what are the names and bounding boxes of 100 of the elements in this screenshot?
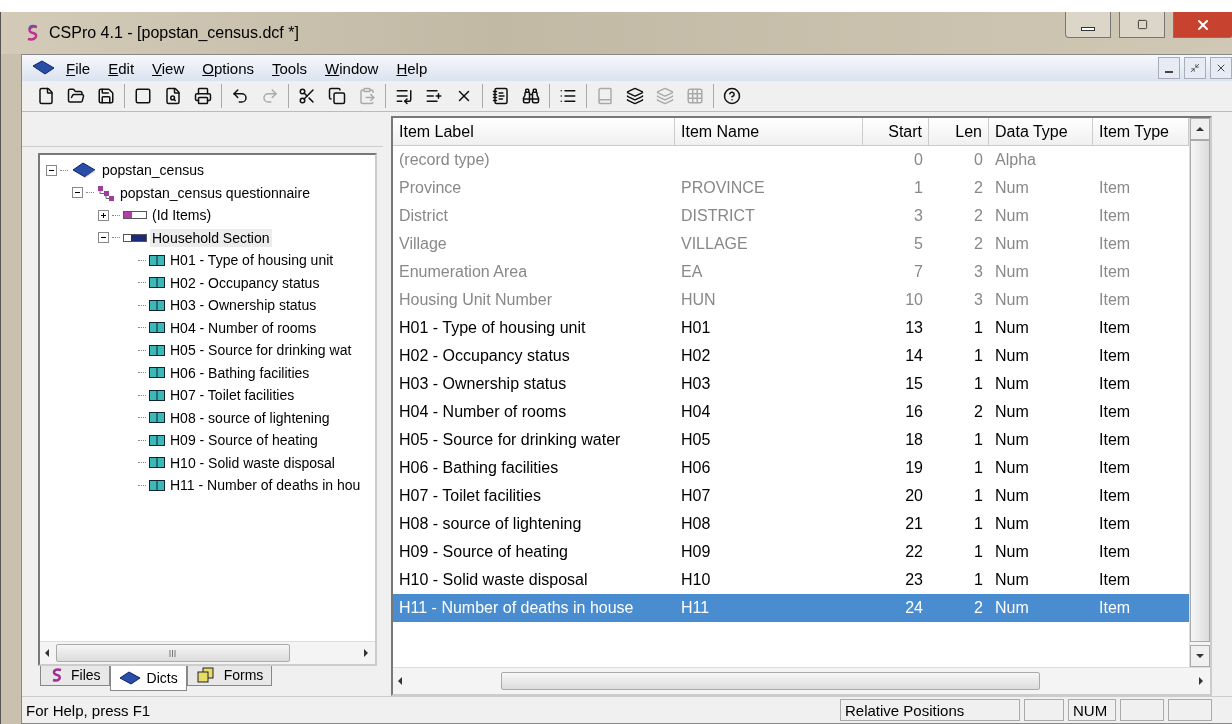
- tree-item[interactable]: popstan_census: [100, 161, 206, 180]
- menu-item[interactable]: Window: [317, 59, 387, 77]
- table-cell-text: H03 - Ownership status: [398, 375, 568, 393]
- status-pane: [1024, 699, 1064, 721]
- table-cell-text: 18: [904, 431, 924, 449]
- tree-item[interactable]: H11 - Number of deaths in hou: [168, 476, 363, 495]
- table-cell-text: Item: [1098, 459, 1132, 477]
- maximize-icon: [1136, 19, 1148, 30]
- table-cell-text: Item: [1098, 347, 1132, 365]
- table-cell-text: Num: [994, 515, 1030, 533]
- expand-icon[interactable]: [98, 209, 109, 221]
- table-cell-text: H02 - Occupancy status: [398, 347, 571, 365]
- item-icon: [149, 344, 165, 356]
- table-cell-text: DISTRICT: [680, 207, 756, 225]
- scroll-down-button[interactable]: [1190, 645, 1210, 667]
- tree-item[interactable]: Household Section: [150, 228, 272, 247]
- menu-item[interactable]: View: [144, 59, 193, 77]
- tree-item[interactable]: H04 - Number of rooms: [168, 318, 319, 337]
- minimize-button[interactable]: [1065, 12, 1111, 38]
- table-cell-text: H07 - Toilet facilities: [398, 487, 542, 505]
- table-cell-text: 20: [904, 487, 924, 505]
- tree-item[interactable]: (Id Items): [150, 206, 214, 225]
- item-icon: [149, 254, 165, 266]
- table-cell-text: H08 - source of lightening: [398, 515, 583, 533]
- panel-tab[interactable]: Forms: [186, 666, 273, 686]
- column-header[interactable]: Data Type: [989, 118, 1093, 146]
- collapse-icon[interactable]: [98, 232, 109, 244]
- table-cell-text: 15: [904, 375, 924, 393]
- table-cell-text: Item: [1098, 235, 1132, 253]
- tree-item[interactable]: H07 - Toilet facilities: [168, 386, 297, 405]
- restore-icon: [1190, 63, 1200, 73]
- tree-item[interactable]: H03 - Ownership status: [168, 296, 319, 315]
- panel-tab[interactable]: Files: [40, 666, 110, 686]
- table-cell-text: H01: [680, 319, 712, 337]
- table-cell-text: 22: [904, 543, 924, 561]
- item-icon: [149, 434, 165, 446]
- table-cell-text: Num: [994, 375, 1030, 393]
- table-cell-text: Item: [1098, 571, 1132, 589]
- table-cell-text: Item: [1098, 375, 1132, 393]
- record-icon: [123, 233, 147, 242]
- table-cell-text: 5: [913, 235, 924, 253]
- scroll-thumb[interactable]: [56, 644, 290, 662]
- tree-item[interactable]: H02 - Occupancy status: [168, 273, 322, 292]
- tree-item[interactable]: H09 - Source of heating: [168, 431, 320, 450]
- tree-item[interactable]: H10 - Solid waste disposal: [168, 453, 337, 472]
- column-header[interactable]: Len: [929, 118, 989, 146]
- menu-item[interactable]: Options: [194, 59, 262, 77]
- table-cell-text: Num: [994, 319, 1030, 337]
- selected-row[interactable]: H11 - Number of deaths in house H11 24 2 Num Item: [393, 594, 1189, 622]
- column-header[interactable]: Item Name: [675, 118, 863, 146]
- panel-tab[interactable]: Dicts: [109, 666, 187, 691]
- menu-item[interactable]: Tools: [264, 59, 316, 77]
- scroll-up-button[interactable]: [1190, 118, 1210, 140]
- table-cell-text: 1: [973, 319, 984, 337]
- tree-item[interactable]: H08 - source of lightening: [168, 408, 332, 427]
- down-arrow-icon: [1195, 651, 1205, 661]
- scroll-thumb[interactable]: [501, 672, 1041, 690]
- close-button[interactable]: [1173, 12, 1232, 38]
- table-cell-text: Item: [1098, 319, 1132, 337]
- tree-item[interactable]: H01 - Type of housing unit: [168, 251, 336, 270]
- tree-item[interactable]: H05 - Source for drinking wat: [168, 341, 354, 360]
- minimize-icon: [1165, 71, 1173, 73]
- tree-item[interactable]: popstan_census questionnaire: [118, 183, 312, 202]
- collapse-icon[interactable]: [46, 164, 57, 176]
- table-cell-text: H05 - Source for drinking water: [398, 431, 622, 449]
- table-cell-text: 2: [973, 599, 984, 617]
- table-cell-text: Village: [398, 235, 448, 253]
- table-cell-text: Num: [994, 179, 1030, 197]
- table-cell-text: H03: [680, 375, 712, 393]
- column-header[interactable]: Item Label: [393, 118, 675, 146]
- table-cell-text: Item: [1098, 207, 1132, 225]
- table-cell-text: H10 - Solid waste disposal: [398, 571, 589, 589]
- column-header[interactable]: Item Type: [1093, 118, 1189, 146]
- maximize-button[interactable]: [1119, 12, 1165, 38]
- table-cell-text: 2: [973, 403, 984, 421]
- menu-item[interactable]: Edit: [100, 59, 143, 77]
- column-header[interactable]: Start: [863, 118, 929, 146]
- table-cell-text: Num: [994, 403, 1030, 421]
- table-cell-text: Item: [1098, 543, 1132, 561]
- table-cell-text: 1: [973, 347, 984, 365]
- table-cell-text: 1: [973, 543, 984, 561]
- tree-item[interactable]: H06 - Bathing facilities: [168, 363, 312, 382]
- horizontal-scrollbar[interactable]: [40, 641, 375, 664]
- status-pane: NUM: [1068, 699, 1116, 721]
- grip-icon: [169, 649, 177, 657]
- menu-item[interactable]: Help: [388, 59, 436, 77]
- menu-item[interactable]: File: [58, 59, 99, 77]
- minimize-button[interactable]: [1158, 57, 1180, 79]
- table-cell-text: 1: [913, 179, 924, 197]
- table-cell-text: Num: [994, 207, 1030, 225]
- table-cell-text: H09 - Source of heating: [398, 543, 569, 561]
- table-cell-text: District: [398, 207, 449, 225]
- table-cell-text: Province: [398, 179, 463, 197]
- table-cell-text: Item: [1098, 291, 1132, 309]
- table-cell-text: 1: [973, 571, 984, 589]
- collapse-icon[interactable]: [72, 187, 83, 199]
- close-button[interactable]: [1210, 57, 1232, 79]
- table-cell-text: Num: [994, 235, 1030, 253]
- horizontal-scrollbar[interactable]: [393, 667, 1210, 694]
- table-cell-text: Num: [994, 431, 1030, 449]
